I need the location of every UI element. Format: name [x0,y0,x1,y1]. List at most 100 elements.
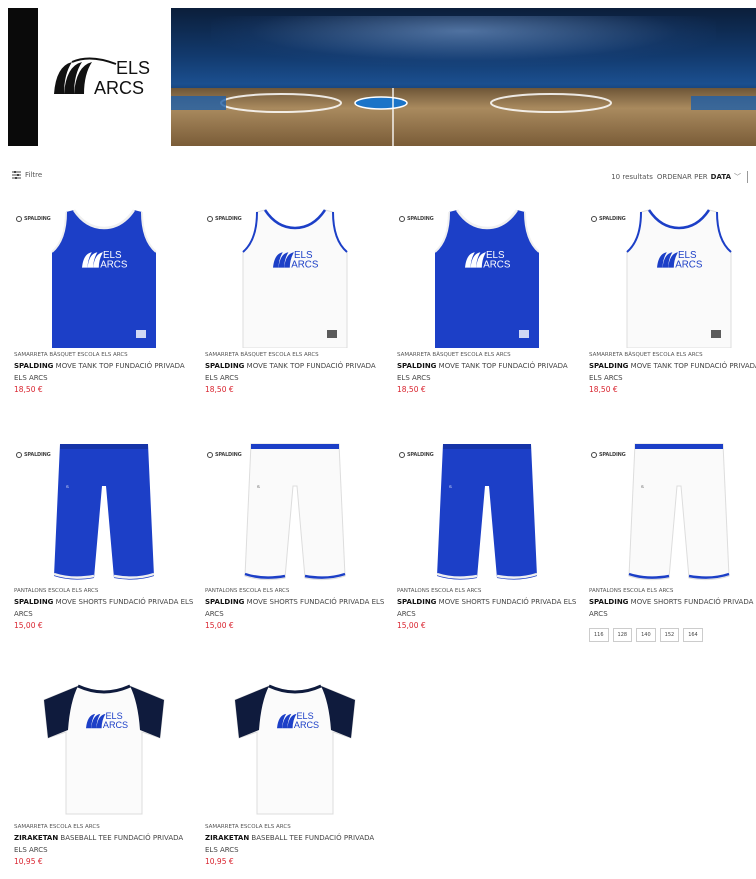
basketball-icon [399,452,405,458]
product-price: 15,00 € [397,621,426,630]
size-option[interactable]: 128 [612,628,633,642]
product-card[interactable]: S SPALDING PANTALONS ESCOLA ELS ARCS SPALD… [589,436,756,642]
product-image[interactable]: ELS ARCS SPALDING [205,200,385,349]
results-count: 10 resultats [611,173,653,181]
product-title[interactable]: SPALDING MOVE TANK TOP FUNDACIÓ PRIVADA … [397,360,577,384]
header-black-strip [8,8,38,146]
basketball-court-banner [171,8,756,146]
product-image[interactable]: ELS ARCS SPALDING [397,200,577,348]
basketball-icon [16,216,22,222]
product-title[interactable]: SPALDING MOVE SHORTS FUNDACIÓ PRIVADA EL… [205,596,385,620]
product-price: 18,50 € [589,385,618,394]
product-image[interactable]: ELS ARCS SPALDING [589,200,756,349]
product-category: PANTALONS ESCOLA ELS ARCS [397,588,482,594]
sort-dropdown[interactable]: ORDENAR PER DATA ﹀ [657,172,741,182]
product-price: 15,00 € [205,621,234,630]
spalding-logo: SPALDING [16,452,51,458]
product-brand: SPALDING [589,362,629,370]
header-banner: ELS ARCS [8,8,756,146]
product-card[interactable]: S SPALDING PANTALONS ESCOLA ELS ARCS SPALD… [205,436,385,630]
product-title[interactable]: SPALDING MOVE SHORTS FUNDACIÓ PRIVADA EL… [397,596,577,620]
product-card[interactable]: ELS ARCS SPALDING SAMARRETA BÀSQUET ESCOL… [589,200,756,394]
product-category: SAMARRETA ESCOLA ELS ARCS [14,824,100,830]
chevron-down-icon: ﹀ [734,173,741,181]
spalding-logo: SPALDING [207,452,242,458]
product-price: 10,95 € [14,857,43,866]
site-logo[interactable]: ELS ARCS [38,8,171,146]
shop-toolbar: Filtre 10 resultats ORDENAR PER DATA ﹀ [12,168,756,184]
svg-text:ARCS: ARCS [94,78,144,98]
spalding-logo: SPALDING [591,216,626,222]
divider [747,171,748,183]
product-brand: SPALDING [205,362,245,370]
size-option[interactable]: 164 [683,628,703,642]
filter-button[interactable]: Filtre [12,171,42,179]
product-title[interactable]: SPALDING MOVE SHORTS FUNDACIÓ PRIVADA EL… [589,596,756,620]
product-brand: ZIRAKETAN [205,834,250,842]
basketball-icon [16,452,22,458]
product-title[interactable]: SPALDING MOVE TANK TOP FUNDACIÓ PRIVADA … [589,360,756,384]
product-card[interactable]: ELS ARCS SAMARRETA ESCOLA ELS ARCS ZIRAKE… [205,672,385,866]
product-brand: SPALDING [589,598,629,606]
svg-text:ARCS: ARCS [483,260,511,271]
svg-text:S: S [257,484,260,489]
spalding-logo: SPALDING [16,216,51,222]
product-image[interactable]: S SPALDING [205,436,385,584]
product-title[interactable]: SPALDING MOVE TANK TOP FUNDACIÓ PRIVADA … [14,360,194,384]
svg-text:ARCS: ARCS [103,720,128,730]
svg-text:S: S [641,484,644,489]
product-card[interactable]: S SPALDING PANTALONS ESCOLA ELS ARCS SPALD… [14,436,194,630]
size-option[interactable]: 140 [636,628,656,642]
svg-text:ARCS: ARCS [100,260,128,271]
spalding-logo: SPALDING [591,452,626,458]
svg-text:ARCS: ARCS [294,720,319,730]
filter-label: Filtre [25,171,43,179]
product-brand: SPALDING [205,598,245,606]
product-title[interactable]: SPALDING MOVE SHORTS FUNDACIÓ PRIVADA EL… [14,596,194,620]
product-image[interactable]: ELS ARCS [205,672,385,820]
basketball-icon [399,216,405,222]
product-title[interactable]: ZIRAKETAN BASEBALL TEE FUNDACIÓ PRIVADA … [14,832,194,856]
product-category: SAMARRETA BÀSQUET ESCOLA ELS ARCS [14,352,128,358]
product-card[interactable]: ELS ARCS SPALDING SAMARRETA BÀSQUET ESCOL… [14,200,194,394]
product-title[interactable]: ZIRAKETAN BASEBALL TEE FUNDACIÓ PRIVADA … [205,832,385,856]
product-category: PANTALONS ESCOLA ELS ARCS [205,588,290,594]
product-category: SAMARRETA ESCOLA ELS ARCS [205,824,291,830]
product-image[interactable]: ELS ARCS [14,672,194,820]
product-price: 10,95 € [205,857,234,866]
product-image[interactable]: S SPALDING [589,436,756,584]
product-category: SAMARRETA BÀSQUET ESCOLA ELS ARCS [205,352,319,358]
product-brand: ZIRAKETAN [14,834,59,842]
product-price: 18,50 € [14,385,43,394]
product-card[interactable]: ELS ARCS SPALDING SAMARRETA BÀSQUET ESCOL… [205,200,385,394]
basketball-icon [591,216,597,222]
size-option[interactable]: 116 [589,628,609,642]
product-card[interactable]: S SPALDING PANTALONS ESCOLA ELS ARCS SPALD… [397,436,577,630]
size-option[interactable]: 152 [659,628,680,642]
filter-icon [12,171,21,179]
sort-prefix: ORDENAR PER [656,173,708,181]
product-card[interactable]: ELS ARCS SAMARRETA ESCOLA ELS ARCS ZIRAKE… [14,672,194,866]
spalding-logo: SPALDING [399,452,434,458]
product-brand: SPALDING [397,362,437,370]
svg-text:S: S [449,484,452,489]
basketball-icon [591,452,597,458]
svg-text:S: S [66,484,69,489]
product-brand: SPALDING [397,598,437,606]
product-brand: SPALDING [14,362,54,370]
product-image[interactable]: ELS ARCS SPALDING [14,200,194,348]
product-card[interactable]: ELS ARCS SPALDING SAMARRETA BÀSQUET ESCOL… [397,200,577,394]
spalding-logo: SPALDING [207,216,242,222]
product-price: 18,50 € [205,385,234,394]
svg-text:ELS: ELS [116,58,150,78]
product-category: SAMARRETA BÀSQUET ESCOLA ELS ARCS [397,352,511,358]
basketball-icon [207,216,213,222]
product-title[interactable]: SPALDING MOVE TANK TOP FUNDACIÓ PRIVADA … [205,360,385,384]
product-brand: SPALDING [14,598,54,606]
product-category: SAMARRETA BÀSQUET ESCOLA ELS ARCS [589,352,703,358]
els-arcs-logo-icon: ELS ARCS [54,57,150,98]
court-lines-icon [171,88,756,146]
product-image[interactable]: S SPALDING [14,436,194,584]
product-image[interactable]: S SPALDING [397,436,577,584]
product-category: PANTALONS ESCOLA ELS ARCS [589,588,674,594]
